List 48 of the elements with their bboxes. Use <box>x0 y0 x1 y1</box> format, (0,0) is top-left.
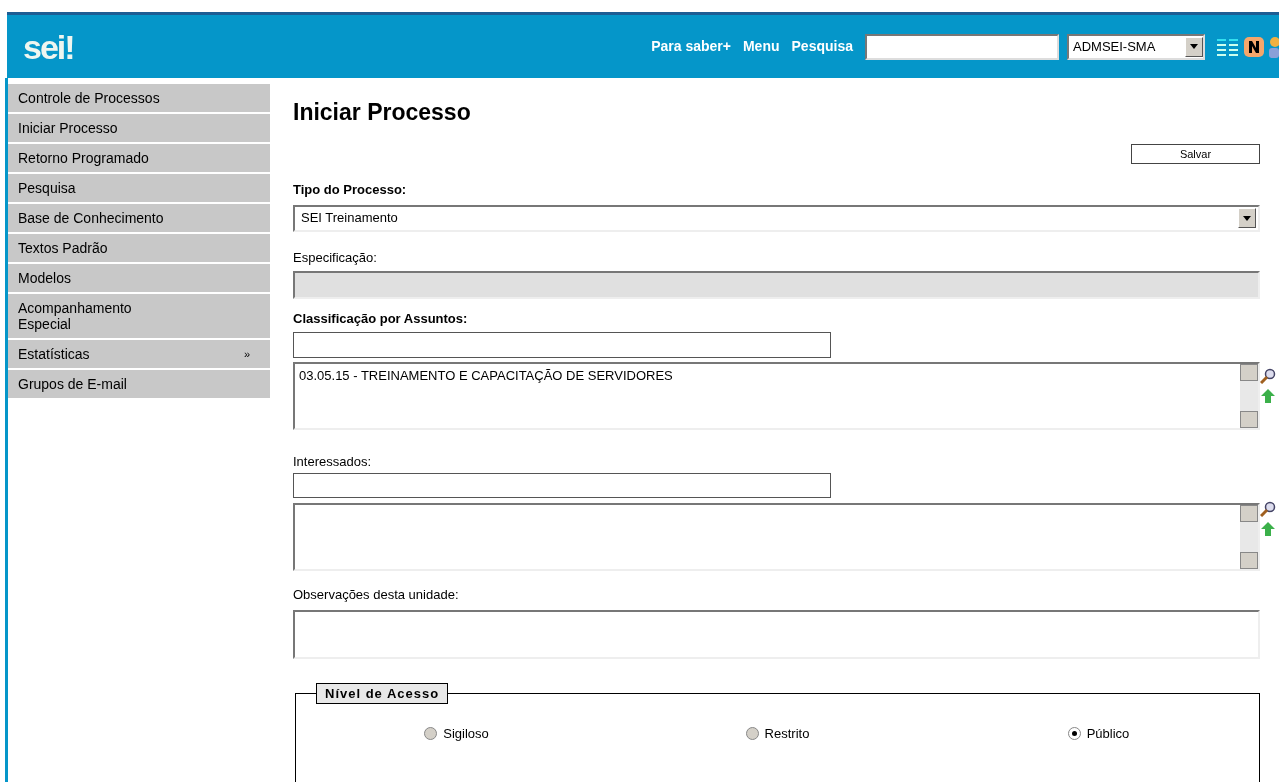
field-label: Interessados: <box>293 452 373 471</box>
unit-select[interactable]: ADMSEI-SMA <box>1067 33 1205 60</box>
sidebar-item-label: Iniciar Processo <box>18 120 118 136</box>
notification-icon[interactable] <box>1243 35 1265 58</box>
sidebar-item[interactable]: Textos Padrão <box>8 234 270 262</box>
sidebar-item[interactable]: Grupos de E-mail <box>8 370 270 398</box>
access-level-radio[interactable]: Público <box>1067 723 1130 743</box>
subject-search-field[interactable] <box>293 331 831 358</box>
process-type-value: SEI Treinamento <box>300 209 399 228</box>
sidebar-item-label: Base de Conhecimento <box>18 210 164 226</box>
save-button[interactable]: Salvar <box>1131 144 1260 164</box>
subject-list[interactable]: 03.05.15 - TREINAMENTO E CAPACITAÇÃO DE SERVIDORES <box>293 361 1260 430</box>
process-type-select[interactable]: SEI Treinamento <box>293 204 1260 232</box>
sidebar-item-label: Textos Padrão <box>18 240 108 256</box>
field-label: Especificação: <box>293 248 378 267</box>
access-level-radio[interactable]: Restrito <box>745 723 810 743</box>
search-field[interactable] <box>865 33 1059 60</box>
sidebar-item[interactable]: Retorno Programado <box>8 144 270 172</box>
sidebar-item[interactable]: Modelos <box>8 264 270 292</box>
sidebar-item[interactable]: Base de Conhecimento <box>8 204 270 232</box>
search-icon[interactable] <box>1260 368 1276 384</box>
sidebar-item[interactable]: Acompanhamento Especial <box>8 294 270 338</box>
sidebar-item[interactable]: Iniciar Processo <box>8 114 270 142</box>
interested-search-field[interactable] <box>293 473 831 498</box>
access-level-radio[interactable]: Sigiloso <box>424 723 489 743</box>
unit-select-value: ADMSEI-SMA <box>1072 37 1157 56</box>
scrollbar[interactable] <box>1240 505 1258 569</box>
observations-field[interactable] <box>293 609 1260 659</box>
field-label: Classificação por Assuntos: <box>293 310 469 328</box>
search-icon[interactable] <box>1260 501 1276 517</box>
interested-list[interactable] <box>293 503 1260 571</box>
sidebar-item-label: Grupos de E-mail <box>18 376 127 392</box>
sidebar-item-label: Modelos <box>18 270 71 286</box>
sidebar-item-label: Estatísticas <box>18 346 90 362</box>
sidebar-item-label: Retorno Programado <box>18 150 149 166</box>
sidebar-item-label: Pesquisa <box>18 180 76 196</box>
sidebar-item-label: Acompanhamento Especial <box>18 300 133 332</box>
subject-option[interactable]: 03.05.15 - TREINAMENTO E CAPACITAÇÃO DE SERVIDORES <box>299 365 1236 385</box>
panel-legend: Nível de Acesso <box>316 682 449 704</box>
sidebar-item[interactable]: Estatísticas » <box>8 340 270 368</box>
sidebar-item[interactable]: Controle de Processos <box>8 84 270 112</box>
sidebar-item[interactable]: Pesquisa <box>8 174 270 202</box>
field-label: Tipo do Processo: <box>293 181 408 199</box>
sidebar-item-label: Controle de Processos <box>18 90 160 106</box>
field-label: Observações desta unidade: <box>293 586 460 604</box>
page-title: Iniciar Processo <box>293 98 472 126</box>
submenu-arrow: » <box>243 347 250 362</box>
scrollbar[interactable] <box>1240 363 1258 428</box>
